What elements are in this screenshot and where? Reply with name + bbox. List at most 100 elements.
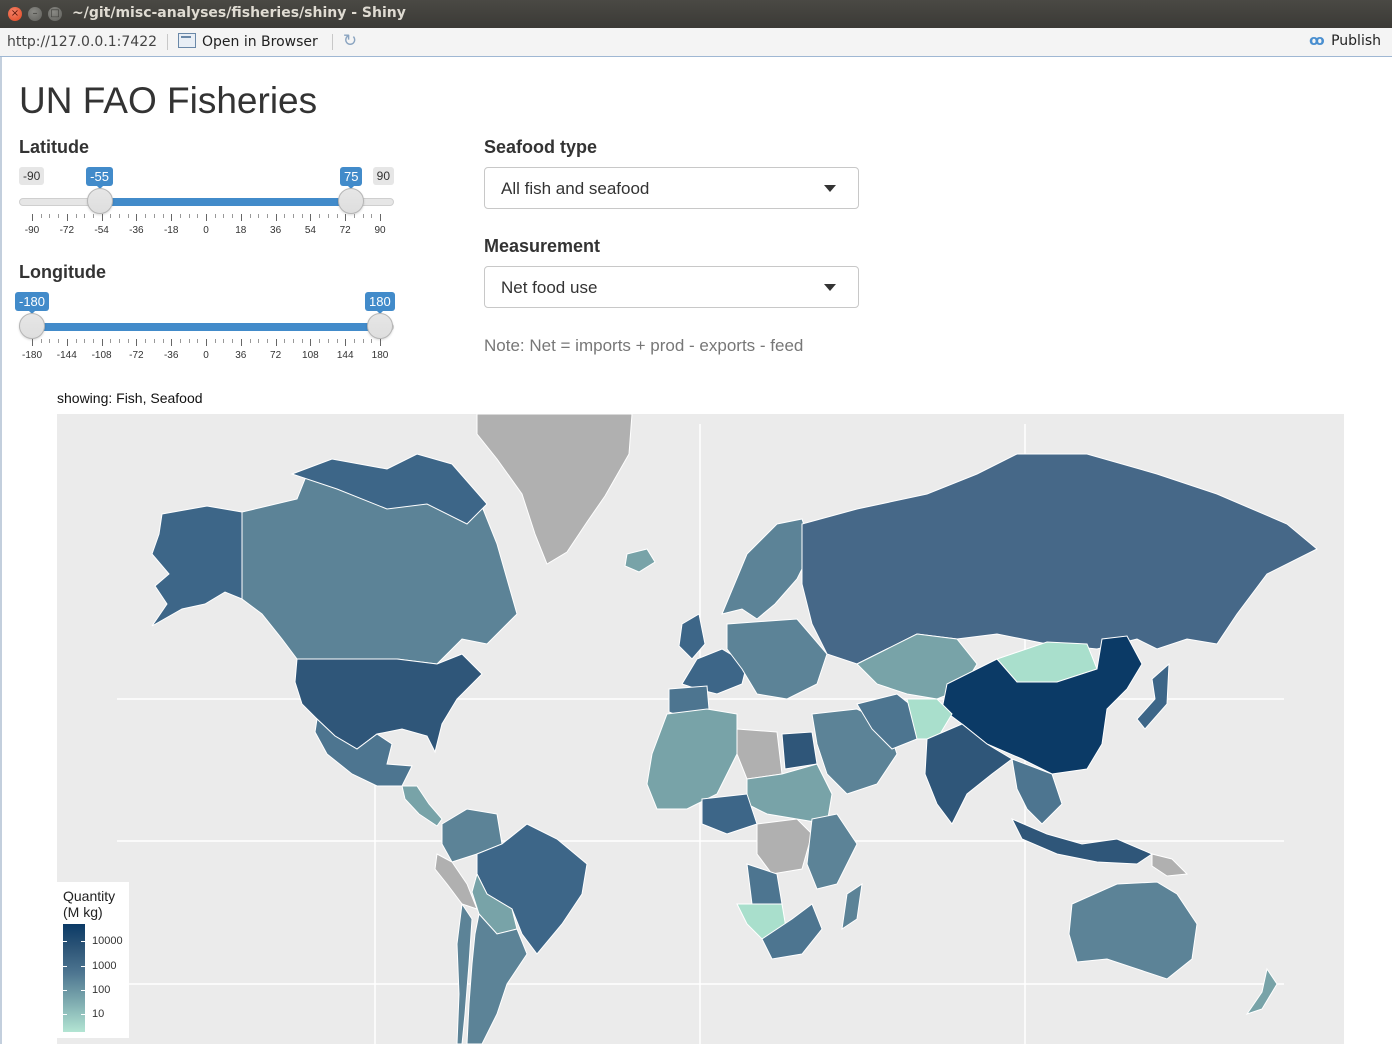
lat-minor-tick — [293, 214, 294, 218]
lon-tick — [136, 339, 138, 346]
lon-tick — [32, 339, 33, 346]
latitude-from-value: -55 — [86, 167, 113, 189]
lat-minor-tick — [49, 214, 51, 218]
lat-minor-tick — [188, 214, 190, 218]
countries — [151, 414, 1318, 1044]
minimize-window-button[interactable]: – — [28, 7, 42, 21]
seafood-type-select[interactable]: All fish and seafood — [484, 167, 859, 209]
longitude-max-handle[interactable] — [367, 313, 393, 339]
lon-minor-tick — [162, 339, 164, 343]
close-window-button[interactable]: × — [8, 7, 22, 21]
lon-minor-tick — [153, 339, 155, 343]
lon-tick — [101, 339, 103, 346]
toolbar-separator — [332, 34, 333, 50]
country-russia — [801, 453, 1318, 665]
lon-minor-tick — [75, 339, 77, 343]
measurement-label: Measurement — [484, 236, 601, 256]
lat-minor-tick — [40, 214, 42, 218]
lon-minor-tick — [49, 339, 51, 343]
country-east-africa — [806, 813, 858, 890]
lon-minor-tick — [127, 339, 129, 343]
lat-tick — [380, 214, 381, 221]
note-text: Note: Net = imports + prod - exports - f… — [484, 336, 804, 355]
lon-minor-tick — [197, 339, 199, 343]
viewer-border — [0, 57, 2, 1044]
legend-tick — [81, 1014, 85, 1015]
maximize-icon: □ — [50, 8, 60, 19]
longitude-selected-range — [32, 323, 380, 331]
url-display[interactable]: http://127.0.0.1:7422 — [7, 34, 157, 50]
country-greenland — [476, 414, 633, 565]
legend-tick — [63, 990, 67, 991]
legend-title: Quantity (M kg) — [63, 888, 115, 920]
lon-minor-tick — [232, 339, 234, 343]
country-nigeria — [701, 793, 758, 835]
lon-minor-tick — [214, 339, 216, 343]
latitude-min-handle[interactable] — [86, 188, 113, 214]
lat-minor-tick — [214, 214, 216, 218]
lat-tick — [136, 214, 138, 221]
open-in-browser-button[interactable]: Open in Browser — [178, 33, 318, 50]
lon-minor-tick — [119, 339, 120, 343]
lon-minor-tick — [301, 339, 303, 343]
latitude-max-handle[interactable] — [338, 188, 364, 214]
lon-minor-tick — [319, 339, 321, 343]
lon-minor-tick — [145, 339, 147, 343]
lat-minor-tick — [362, 214, 364, 218]
country-central-america — [401, 785, 443, 827]
lat-tick — [171, 214, 173, 221]
lon-minor-tick — [258, 339, 260, 343]
lat-tick — [310, 214, 312, 221]
country-north-africa — [646, 708, 738, 810]
country-japan — [1136, 662, 1170, 730]
map-svg — [117, 414, 1318, 1044]
latitude-min-label: -90 — [19, 167, 45, 185]
lat-minor-tick — [127, 214, 129, 218]
lon-minor-tick — [188, 339, 190, 343]
app-title: UN FAO Fisheries — [19, 80, 318, 121]
maximize-window-button[interactable]: □ — [48, 7, 62, 21]
chevron-down-icon — [824, 185, 836, 192]
latitude-selected-range — [99, 198, 351, 206]
country-australia — [1068, 881, 1198, 980]
lat-tick — [101, 214, 103, 221]
window-title: ~/git/misc-analyses/fisheries/shiny - Sh… — [72, 5, 406, 21]
lon-tick — [310, 339, 312, 346]
viewer-toolbar: http://127.0.0.1:7422 Open in Browser ↻ … — [0, 28, 1392, 57]
country-papua — [1151, 853, 1189, 877]
lat-minor-tick — [232, 214, 234, 218]
country-iceland — [624, 548, 656, 573]
legend-tick — [63, 941, 67, 942]
legend-title-line1: Quantity — [63, 888, 116, 904]
lat-minor-tick — [179, 214, 181, 218]
legend-tick — [63, 1014, 67, 1015]
longitude-min-handle[interactable] — [19, 313, 45, 339]
latitude-to-value: 75 — [340, 167, 363, 189]
lat-tick-label: 90 — [374, 225, 386, 236]
latitude-max-label: 90 — [372, 167, 394, 185]
country-new-zealand — [1245, 967, 1278, 1015]
longitude-to-value: 180 — [365, 292, 395, 314]
lon-tick — [171, 339, 173, 346]
lat-minor-tick — [301, 214, 303, 218]
lon-minor-tick — [327, 339, 329, 343]
toolbar-separator — [167, 34, 168, 50]
country-uk — [678, 613, 706, 660]
measurement-select[interactable]: Net food use — [484, 266, 859, 308]
lon-minor-tick — [284, 339, 286, 343]
lat-minor-tick — [327, 214, 329, 218]
publish-button[interactable]: ꝏ Publish — [1309, 33, 1381, 49]
measurement-value: Net food use — [501, 278, 598, 297]
lon-minor-tick — [353, 339, 355, 343]
seafood-type-label: Seafood type — [484, 137, 598, 157]
lon-tick — [206, 339, 207, 346]
refresh-icon[interactable]: ↻ — [341, 32, 359, 50]
map-subtitle: showing: Fish, Seafood — [57, 390, 203, 406]
lat-tick — [206, 214, 207, 221]
country-argentina — [466, 912, 528, 1044]
lat-tick — [275, 214, 277, 221]
lon-minor-tick — [110, 339, 112, 343]
lon-minor-tick — [179, 339, 181, 343]
lon-minor-tick — [266, 339, 268, 343]
map-legend: Quantity (M kg) 10000 1000 100 10 — [57, 882, 129, 1038]
